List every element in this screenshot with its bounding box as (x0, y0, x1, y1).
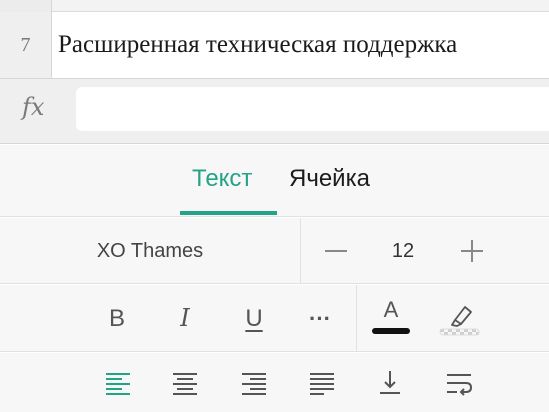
more-styles-button[interactable]: ··· (300, 285, 340, 352)
alignment-row (0, 353, 549, 412)
increase-font-size-button[interactable] (456, 218, 490, 284)
formula-bar: fx (0, 79, 549, 144)
underline-button[interactable]: U (234, 285, 274, 352)
plus-icon-vertical (471, 240, 473, 262)
cell-content[interactable]: Расширенная техническая поддержка (58, 12, 457, 78)
wrap-text-button[interactable] (445, 369, 473, 397)
spreadsheet-area: 7 Расширенная техническая поддержка (0, 0, 549, 80)
highlight-color-button[interactable] (436, 285, 482, 352)
align-right-button[interactable] (240, 369, 268, 397)
formula-input[interactable] (76, 87, 549, 131)
align-right-icon (242, 373, 266, 395)
vertical-align-bottom-button[interactable] (376, 369, 404, 397)
font-family-selector[interactable]: XO Thames (0, 218, 300, 284)
align-left-button[interactable] (104, 369, 132, 397)
bold-button[interactable]: B (97, 285, 137, 352)
previous-row-header (0, 0, 52, 12)
function-icon[interactable]: fx (22, 93, 44, 121)
active-tab-indicator (180, 211, 277, 215)
text-color-letter: A (383, 297, 399, 322)
previous-row-strip (0, 0, 549, 12)
align-center-button[interactable] (171, 369, 199, 397)
tab-cell[interactable]: Ячейка (289, 165, 370, 193)
italic-button[interactable]: I (165, 285, 205, 352)
align-justify-icon (310, 373, 334, 395)
text-style-row: B I U ··· A (0, 285, 549, 352)
minus-icon (325, 250, 347, 252)
align-left-icon (106, 373, 130, 395)
text-color-button[interactable]: A (368, 285, 414, 352)
tab-text[interactable]: Текст (192, 165, 252, 193)
row-header[interactable]: 7 (0, 12, 52, 78)
wrap-text-icon (447, 374, 473, 396)
decrease-font-size-button[interactable] (320, 218, 354, 284)
align-justify-button[interactable] (308, 369, 336, 397)
font-row: XO Thames 12 (0, 218, 549, 284)
vertical-align-bottom-icon (380, 371, 400, 394)
format-tabs: Текст Ячейка (0, 145, 549, 217)
divider (356, 285, 357, 352)
divider (300, 218, 301, 284)
font-size-value[interactable]: 12 (380, 218, 426, 284)
align-center-icon (173, 373, 197, 395)
highlighter-icon (439, 306, 480, 336)
text-color-swatch (372, 328, 410, 334)
